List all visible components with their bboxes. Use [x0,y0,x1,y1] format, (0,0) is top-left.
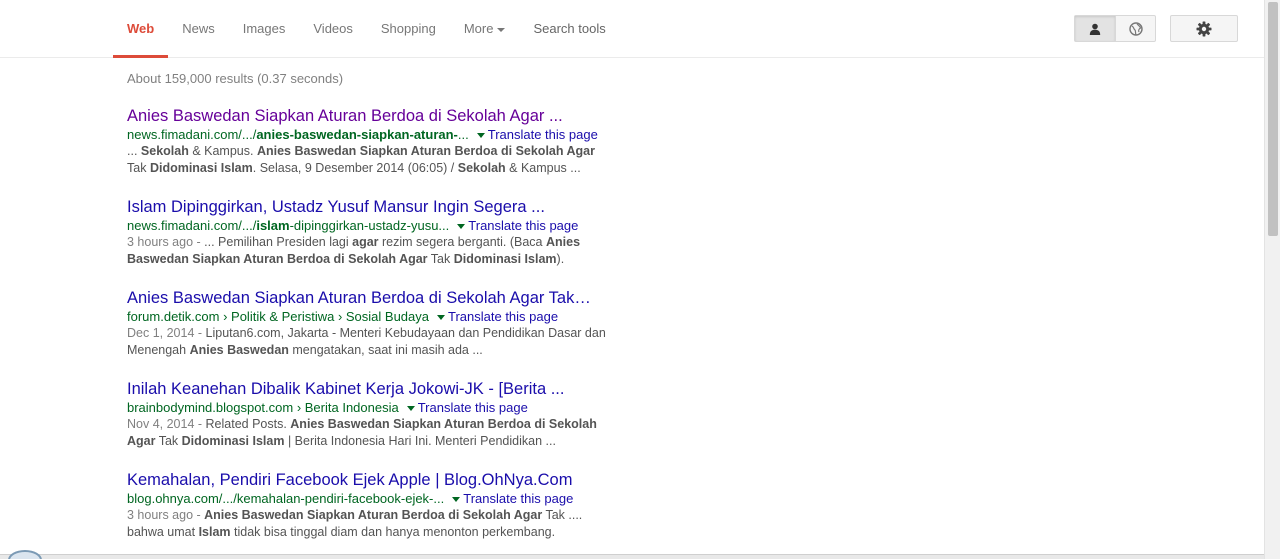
search-result: Kemahalan, Pendiri Facebook Ejek Apple |… [127,471,687,559]
snippet-line-2: Agar Tak Didominasi Islam | Berita Indon… [127,434,556,448]
translate-this-page-link[interactable]: Translate this page [418,400,528,415]
tab-more[interactable]: More [450,0,520,57]
result-url-bold: anies-baswedan-siapkan-aturan- [256,127,458,142]
result-stats: About 159,000 results (0.37 seconds) [127,71,344,86]
search-tools-button[interactable]: Search tools [519,0,619,57]
snippet-line-1: Anies Baswedan Siapkan Aturan Berdoa di … [204,508,583,522]
snippet-line-1: ... Pemilihan Presiden lagi agar rezim s… [204,235,581,249]
translate-this-page-link[interactable]: Translate this page [468,218,578,233]
taskbar-edge [0,554,1264,559]
tab-shopping[interactable]: Shopping [367,0,450,57]
result-title-link[interactable]: Anies Baswedan Siapkan Aturan Berdoa di … [127,289,687,308]
result-url: news.fimadani.com/.../anies-baswedan-sia… [127,126,687,143]
result-snippet: 3 hours ago - Anies Baswedan Siapkan Atu… [127,507,687,541]
tab-more-label: More [463,21,494,36]
result-snippet: 3 hours ago - ... Pemilihan Presiden lag… [127,234,687,268]
personal-results-toggle [1074,15,1156,42]
search-result: Anies Baswedan Siapkan Aturan Berdoa di … [127,107,687,198]
translate-this-page-link[interactable]: Translate this page [448,309,558,324]
tab-news[interactable]: News [168,0,229,57]
url-dropdown-arrow-icon[interactable] [452,496,461,502]
result-snippet: ... Sekolah & Kampus. Anies Baswedan Sia… [127,143,687,177]
start-orb-icon[interactable] [8,550,42,559]
global-results-button[interactable] [1115,16,1155,41]
snippet-date: Dec 1, 2014 - [127,326,206,340]
tab-web[interactable]: Web [113,0,169,58]
snippet-line-1: Liputan6.com, Jakarta - Menteri Kebudaya… [205,326,606,340]
result-url-text: blog.ohnya.com/.../kemahalan-pendiri-fac… [127,491,445,506]
tab-videos-label: Videos [313,21,353,36]
result-url: brainbodymind.blogspot.com › Berita Indo… [127,399,687,416]
search-tools-label: Search tools [533,21,606,36]
snippet-date: 3 hours ago - [127,508,205,522]
tab-news-label: News [182,21,215,36]
result-title-link[interactable]: Kemahalan, Pendiri Facebook Ejek Apple |… [127,471,687,490]
snippet-date: 3 hours ago - [127,235,205,249]
result-title-link[interactable]: Inilah Keanehan Dibalik Kabinet Kerja Jo… [127,380,687,399]
snippet-line-1: Related Posts. Anies Baswedan Siapkan At… [205,417,597,431]
snippet-line-2: bahwa umat Islam tidak bisa tinggal diam… [127,525,556,539]
result-title-link[interactable]: Anies Baswedan Siapkan Aturan Berdoa di … [127,107,687,126]
result-snippet: Dec 1, 2014 - Liputan6.com, Jakarta - Me… [127,325,687,359]
result-url-tail: ... [457,127,469,142]
tab-shopping-label: Shopping [380,21,436,36]
search-result: Islam Dipinggirkan, Ustadz Yusuf Mansur … [127,198,687,289]
result-url-text: news.fimadani.com/.../ [127,218,257,233]
settings-button-frame [1170,15,1238,42]
translate-this-page-link[interactable]: Translate this page [488,127,598,142]
result-url: blog.ohnya.com/.../kemahalan-pendiri-fac… [127,490,687,507]
tab-videos[interactable]: Videos [299,0,367,57]
url-dropdown-arrow-icon[interactable] [437,314,445,320]
result-title-link[interactable]: Islam Dipinggirkan, Ustadz Yusuf Mansur … [127,198,687,217]
result-url: news.fimadani.com/.../islam-dipinggirkan… [127,217,687,234]
result-url: forum.detik.com › Politik & Peristiwa › … [127,308,687,325]
result-url-tail: -dipinggirkan-ustadz-yusu... [289,218,450,233]
caret-down-icon [497,27,506,32]
scrollbar-thumb[interactable] [1268,2,1278,236]
snippet-line-2: Tak Didominasi Islam. Selasa, 9 Desember… [127,161,581,175]
translate-this-page-link[interactable]: Translate this page [463,491,573,506]
snippet-line-1: ... Sekolah & Kampus. Anies Baswedan Sia… [127,144,595,158]
personal-results-button[interactable] [1075,16,1115,41]
url-dropdown-arrow-icon[interactable] [457,223,466,229]
result-url-text: forum.detik.com › Politik & Peristiwa › … [127,309,429,324]
top-navigation-bar: Web News Images Videos Shopping More Sea… [0,0,1264,58]
search-result: Anies Baswedan Siapkan Aturan Berdoa di … [127,289,687,380]
result-url-bold: islam [256,218,290,233]
result-url-text: news.fimadani.com/.../ [127,127,257,142]
gear-icon [1196,21,1212,37]
snippet-line-2: Baswedan Siapkan Aturan Berdoa di Sekola… [127,252,565,266]
vertical-scrollbar[interactable] [1264,0,1280,559]
settings-button[interactable] [1171,16,1237,41]
tab-web-label: Web [127,21,155,36]
tab-images-label: Images [242,21,286,36]
search-tabs: Web News Images Videos Shopping More Sea… [113,0,620,58]
person-icon [1089,23,1101,35]
search-result: Inilah Keanehan Dibalik Kabinet Kerja Jo… [127,380,687,471]
result-snippet: Nov 4, 2014 - Related Posts. Anies Baswe… [127,416,687,450]
url-dropdown-arrow-icon[interactable] [476,132,485,138]
snippet-date: Nov 4, 2014 - [127,417,206,431]
globe-icon [1128,21,1143,36]
url-dropdown-arrow-icon[interactable] [406,405,415,411]
snippet-line-2: Menengah Anies Baswedan mengatakan, saat… [127,343,483,357]
tab-images[interactable]: Images [229,0,300,57]
search-results: Anies Baswedan Siapkan Aturan Berdoa di … [127,107,687,559]
result-url-text: brainbodymind.blogspot.com › Berita Indo… [127,400,399,415]
